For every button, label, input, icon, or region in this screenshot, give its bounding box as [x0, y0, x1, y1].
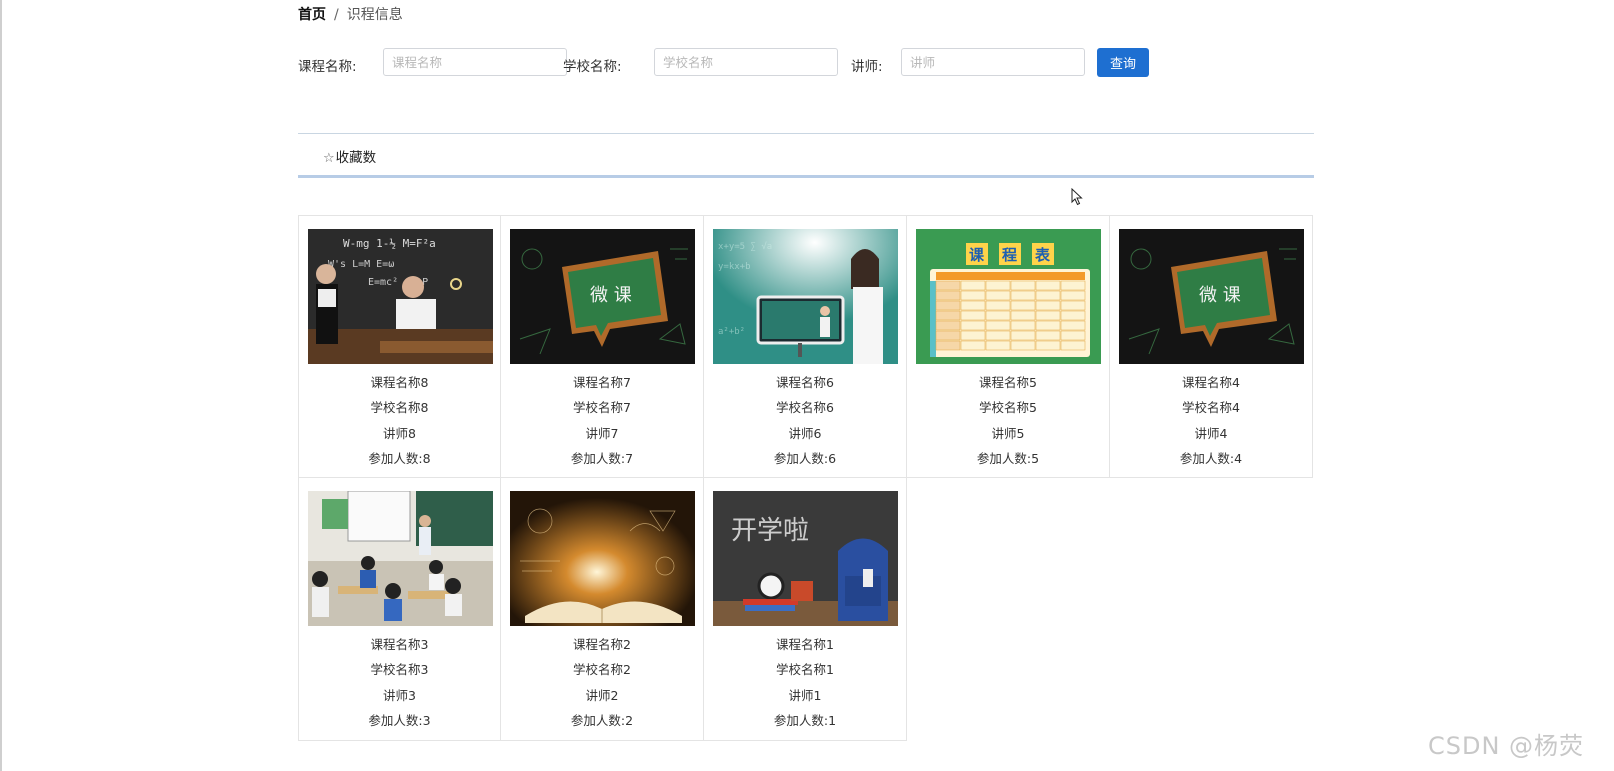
course-teacher: 讲师4: [1194, 426, 1228, 441]
course-thumbnail[interactable]: 微 课: [1119, 229, 1304, 364]
course-school: 学校名称2: [573, 662, 631, 677]
course-name-input[interactable]: [383, 48, 567, 76]
course-thumbnail[interactable]: x+y=5 ∑ √a y=kx+b a²+b²: [713, 229, 898, 364]
course-thumbnail[interactable]: 微 课: [510, 229, 695, 364]
svg-text:开学啦: 开学啦: [731, 516, 809, 546]
course-teacher: 讲师8: [383, 426, 416, 441]
breadcrumb-home[interactable]: 首页: [298, 7, 326, 23]
course-name: 课程名称8: [370, 375, 429, 390]
course-participants: 参加人数:1: [773, 713, 837, 728]
sort-favorites-label: 收藏数: [335, 150, 377, 166]
breadcrumb-separator: /: [334, 7, 339, 23]
course-card[interactable]: W-mg 1-½ M=F²a W's L=M E=ω E=mc² ÷ =P 课程…: [298, 215, 501, 478]
course-participants: 参加人数:7: [570, 451, 634, 466]
course-card[interactable]: x+y=5 ∑ √a y=kx+b a²+b² 课程名称6 学校名称6 讲师6 参加…: [704, 215, 907, 478]
course-name: 课程名称3: [370, 637, 429, 652]
svg-text:表: 表: [1035, 246, 1051, 264]
query-button[interactable]: 查询: [1097, 48, 1149, 77]
course-name: 课程名称1: [776, 637, 834, 652]
course-participants: 参加人数:3: [368, 713, 431, 728]
sort-bar: ☆收藏数: [298, 133, 1314, 178]
teacher-label: 讲师:: [851, 59, 883, 75]
window-edge: [0, 0, 2, 771]
course-name-label: 课程名称:: [298, 59, 357, 75]
watermark: CSDN @杨荧: [1428, 732, 1585, 760]
course-school: 学校名称8: [370, 400, 429, 415]
course-school: 学校名称1: [776, 662, 834, 677]
school-name-input[interactable]: [654, 48, 838, 76]
course-card[interactable]: 课程名称3 学校名称3 讲师3 参加人数:3: [298, 478, 501, 741]
course-participants: 参加人数:8: [368, 451, 431, 466]
course-teacher: 讲师1: [788, 688, 822, 703]
breadcrumb: 首页 / 识程信息: [298, 6, 403, 24]
course-school: 学校名称4: [1182, 400, 1240, 415]
course-card[interactable]: 开学啦 课程名称1 学校名称1 讲师1 参加人数:1: [704, 478, 907, 741]
course-card[interactable]: 微 课 课程名称7 学校名称7 讲师7 参加人数:7: [501, 215, 704, 478]
sort-favorites[interactable]: ☆收藏数: [323, 146, 376, 166]
course-thumbnail[interactable]: 课 程 表: [916, 229, 1101, 364]
course-school: 学校名称5: [979, 400, 1037, 415]
course-card[interactable]: 课程名称2 学校名称2 讲师2 参加人数:2: [501, 478, 704, 741]
course-name: 课程名称4: [1182, 375, 1240, 390]
svg-text:x+y=5 ∑ √a: x+y=5 ∑ √a: [718, 241, 772, 252]
svg-text:程: 程: [1002, 246, 1017, 264]
school-name-label: 学校名称:: [563, 59, 622, 75]
course-thumbnail[interactable]: [510, 491, 695, 626]
course-name: 课程名称5: [979, 375, 1037, 390]
svg-text:W's L=M E=ω: W's L=M E=ω: [328, 259, 394, 270]
course-thumbnail[interactable]: W-mg 1-½ M=F²a W's L=M E=ω E=mc² ÷ =P: [308, 229, 493, 364]
star-outline-icon: ☆: [323, 151, 335, 166]
mouse-cursor-icon: [1071, 188, 1083, 206]
course-thumbnail[interactable]: [308, 491, 493, 626]
svg-text:课: 课: [969, 246, 985, 264]
course-teacher: 讲师3: [383, 688, 416, 703]
svg-text:微 课: 微 课: [590, 285, 632, 306]
course-teacher: 讲师7: [585, 426, 619, 441]
course-teacher: 讲师2: [585, 688, 619, 703]
svg-text:y=kx+b: y=kx+b: [718, 262, 751, 272]
course-thumbnail[interactable]: 开学啦: [713, 491, 898, 626]
course-school: 学校名称3: [370, 662, 429, 677]
breadcrumb-current: 识程信息: [346, 7, 403, 23]
svg-text:a²+b²: a²+b²: [718, 327, 745, 337]
course-participants: 参加人数:2: [570, 713, 634, 728]
course-participants: 参加人数:4: [1179, 451, 1243, 466]
teacher-input[interactable]: [901, 48, 1085, 76]
course-participants: 参加人数:6: [773, 451, 837, 466]
course-teacher: 讲师5: [991, 426, 1025, 441]
course-name: 课程名称6: [776, 375, 834, 390]
course-school: 学校名称7: [573, 400, 631, 415]
course-name: 课程名称2: [573, 637, 631, 652]
course-teacher: 讲师6: [788, 426, 822, 441]
course-name: 课程名称7: [573, 375, 631, 390]
course-school: 学校名称6: [776, 400, 834, 415]
svg-text:微 课: 微 课: [1199, 285, 1241, 306]
course-card[interactable]: 微 课 课程名称4 学校名称4 讲师4 参加人数:4: [1110, 215, 1313, 478]
course-card[interactable]: 课 程 表 课程名称5 学校名称5 讲师5 参加人数:5: [907, 215, 1110, 478]
svg-text:W-mg 1-½ M=F²a: W-mg 1-½ M=F²a: [343, 237, 436, 250]
course-participants: 参加人数:5: [976, 451, 1040, 466]
